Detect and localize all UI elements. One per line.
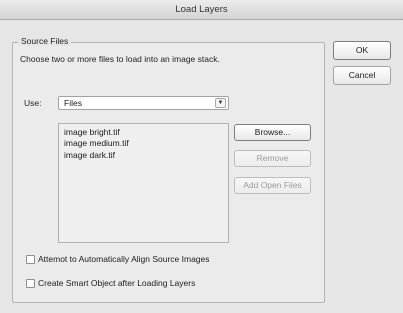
file-list-item[interactable]: image medium.tif — [59, 138, 228, 149]
create-smart-object-checkbox[interactable] — [26, 279, 35, 288]
source-files-instruction: Choose two or more files to load into an… — [20, 54, 220, 64]
use-select[interactable]: Files ▼ — [58, 96, 229, 110]
source-files-group-title: Source Files — [18, 36, 72, 46]
file-list-item[interactable]: image dark.tif — [59, 150, 228, 161]
cancel-button[interactable]: Cancel — [333, 66, 391, 85]
align-source-images-label: Attemot to Automatically Align Source Im… — [38, 254, 210, 264]
use-label: Use: — [24, 98, 42, 108]
file-list[interactable]: image bright.tif image medium.tif image … — [58, 123, 229, 243]
load-layers-dialog: Load Layers Source Files Choose two or m… — [0, 0, 403, 313]
remove-button[interactable]: Remove — [234, 150, 311, 167]
chevron-down-icon[interactable]: ▼ — [215, 98, 226, 108]
add-open-files-button[interactable]: Add Open Files — [234, 177, 311, 194]
ok-button[interactable]: OK — [333, 41, 391, 60]
browse-button[interactable]: Browse... — [234, 124, 311, 141]
create-smart-object-label: Create Smart Object after Loading Layers — [38, 278, 196, 288]
file-list-item[interactable]: image bright.tif — [59, 127, 228, 138]
use-select-value: Files — [64, 98, 82, 108]
window-title: Load Layers — [0, 0, 403, 20]
align-source-images-checkbox[interactable] — [26, 255, 35, 264]
